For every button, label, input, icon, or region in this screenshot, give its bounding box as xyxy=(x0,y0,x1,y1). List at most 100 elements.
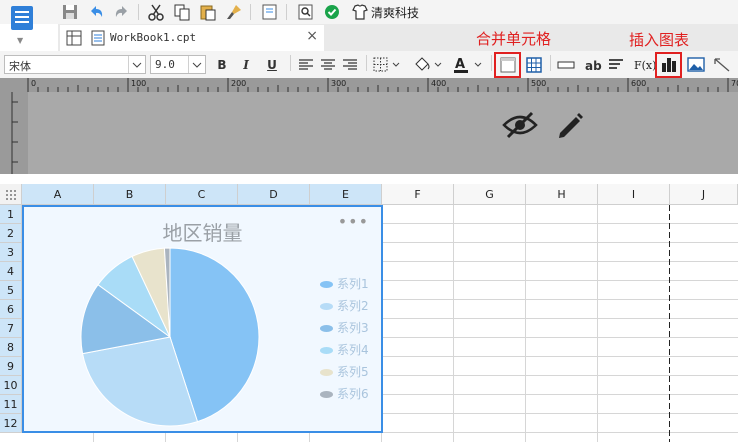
close-icon[interactable]: × xyxy=(306,28,318,44)
app-logo[interactable] xyxy=(10,4,34,30)
text-field-icon[interactable] xyxy=(556,55,576,75)
column-header-b[interactable]: B xyxy=(94,184,166,205)
legend-item[interactable]: 系列6 xyxy=(320,385,369,403)
pie-chart-widget[interactable]: 地区销量 ••• 系列1 系列2 系列3 系列4 系列5 系列6 xyxy=(22,205,383,433)
ruler-mark: 500 xyxy=(531,79,547,88)
bold-button[interactable]: B xyxy=(212,55,232,75)
legend-label: 系列6 xyxy=(337,387,369,401)
legend-swatch xyxy=(320,391,333,398)
legend-swatch xyxy=(320,369,333,376)
ruler-mark: 700 xyxy=(731,79,738,88)
merge-cells-highlight xyxy=(494,52,521,78)
column-header-c[interactable]: C xyxy=(166,184,238,205)
annotation-merge-cells: 合并单元格 xyxy=(476,30,552,48)
chart-title: 地区销量 xyxy=(162,221,243,245)
row-header-12[interactable]: 12 xyxy=(0,414,22,433)
column-header-e[interactable]: E xyxy=(310,184,382,205)
legend-label: 系列4 xyxy=(337,343,369,357)
undo-icon[interactable] xyxy=(86,2,106,22)
select-all-corner[interactable] xyxy=(0,184,22,205)
row-header-7[interactable]: 7 xyxy=(0,319,22,338)
toolbar-divider xyxy=(550,55,551,71)
format-toolbar: 宋体 9.0 B I U A ab F(x) xyxy=(0,51,738,78)
legend-item[interactable]: 系列3 xyxy=(320,319,369,337)
copy-icon[interactable] xyxy=(172,2,192,22)
hidden-eye-icon[interactable] xyxy=(502,109,538,144)
row-header-1[interactable]: 1 xyxy=(0,205,22,224)
column-header-i[interactable]: I xyxy=(598,184,670,205)
svg-text:A: A xyxy=(455,57,465,72)
legend-item[interactable]: 系列2 xyxy=(320,297,369,315)
row-header-2[interactable]: 2 xyxy=(0,224,22,243)
edit-pencil-icon[interactable] xyxy=(554,109,586,144)
ruler-mark: 300 xyxy=(331,79,347,88)
row-header-6[interactable]: 6 xyxy=(0,300,22,319)
legend-label: 系列5 xyxy=(337,365,369,379)
legend-label: 系列1 xyxy=(337,277,369,291)
chevron-down-icon[interactable] xyxy=(128,56,145,73)
column-header-j[interactable]: J xyxy=(670,184,738,205)
row-header-5[interactable]: 5 xyxy=(0,281,22,300)
italic-button[interactable]: I xyxy=(236,55,256,75)
more-options-icon[interactable]: ••• xyxy=(338,214,369,230)
cut-icon[interactable] xyxy=(146,2,166,22)
ruler-mark: 600 xyxy=(631,79,647,88)
redo-icon[interactable] xyxy=(112,2,132,22)
toolbar-divider xyxy=(286,4,287,20)
grid-separator xyxy=(0,174,738,184)
ruler-mark: 400 xyxy=(431,79,447,88)
toolbar-divider xyxy=(290,55,291,71)
preview-icon[interactable] xyxy=(260,2,280,22)
save-icon[interactable] xyxy=(60,2,80,22)
annotation-insert-chart: 插入图表 xyxy=(629,31,690,49)
slash-icon[interactable] xyxy=(712,55,732,75)
horizontal-ruler: 0 100 200 300 400 500 600 700 xyxy=(0,78,738,92)
align-right-icon[interactable] xyxy=(340,55,360,75)
template-icon[interactable] xyxy=(66,30,82,49)
vertical-ruler xyxy=(0,92,28,174)
formula-button[interactable]: F(x) xyxy=(634,59,656,72)
tab-workbook[interactable]: WorkBook1.cpt × xyxy=(60,25,324,51)
legend-swatch xyxy=(320,325,333,332)
chevron-down-icon[interactable]: ▼ xyxy=(17,36,23,45)
report-header-area xyxy=(28,92,738,174)
row-header-11[interactable]: 11 xyxy=(0,395,22,414)
insert-chart-highlight xyxy=(655,52,682,78)
fill-color-icon[interactable] xyxy=(412,55,442,75)
column-header-h[interactable]: H xyxy=(526,184,598,205)
check-icon[interactable] xyxy=(322,2,342,22)
paste-icon[interactable] xyxy=(198,2,218,22)
file-icon xyxy=(90,30,106,49)
row-header-9[interactable]: 9 xyxy=(0,357,22,376)
font-name-select[interactable]: 宋体 xyxy=(4,55,146,74)
border-icon[interactable] xyxy=(372,55,400,75)
row-header-4[interactable]: 4 xyxy=(0,262,22,281)
ruler-mark: 100 xyxy=(131,79,147,88)
chevron-down-icon[interactable] xyxy=(188,56,205,73)
legend-item[interactable]: 系列1 xyxy=(320,275,369,293)
search-icon[interactable] xyxy=(296,2,316,22)
row-header-8[interactable]: 8 xyxy=(0,338,22,357)
font-size-select[interactable]: 9.0 xyxy=(150,55,206,74)
column-header-g[interactable]: G xyxy=(454,184,526,205)
row-header-10[interactable]: 10 xyxy=(0,376,22,395)
underline-button[interactable]: U xyxy=(262,55,282,75)
align-center-icon[interactable] xyxy=(318,55,338,75)
legend-item[interactable]: 系列5 xyxy=(320,363,369,381)
align-left-icon[interactable] xyxy=(296,55,316,75)
brand-name: 清爽科技 xyxy=(371,6,420,20)
legend-item[interactable]: 系列4 xyxy=(320,341,369,359)
toolbar-divider xyxy=(366,55,367,71)
table-icon[interactable] xyxy=(524,55,544,75)
font-size-value: 9.0 xyxy=(155,58,175,71)
image-icon[interactable] xyxy=(686,55,706,75)
column-header-a[interactable]: A xyxy=(22,184,94,205)
paragraph-icon[interactable] xyxy=(606,55,626,75)
column-header-d[interactable]: D xyxy=(238,184,310,205)
brand-shirt-icon xyxy=(350,2,370,22)
format-brush-icon[interactable] xyxy=(224,2,244,22)
row-header-3[interactable]: 3 xyxy=(0,243,22,262)
font-color-icon[interactable]: A xyxy=(452,55,482,75)
text-button[interactable]: ab xyxy=(585,59,602,73)
column-header-f[interactable]: F xyxy=(382,184,454,205)
